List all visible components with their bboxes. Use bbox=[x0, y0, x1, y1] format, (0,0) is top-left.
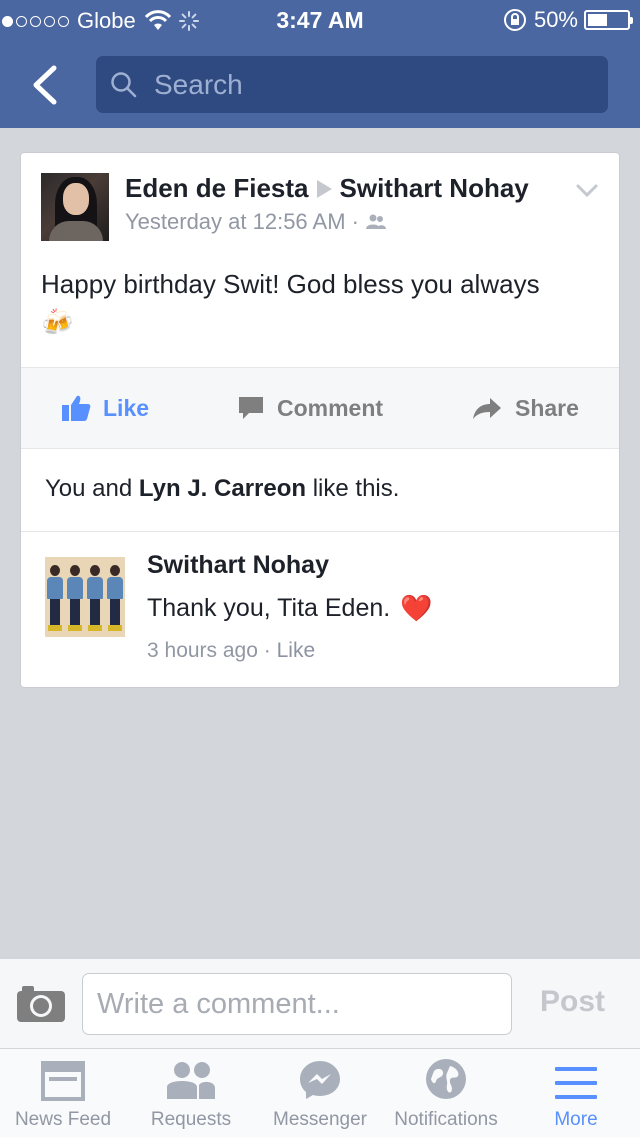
post-button[interactable]: Post bbox=[540, 985, 605, 1019]
post-actions-bar: Like Comment Share bbox=[21, 367, 619, 449]
requests-icon bbox=[167, 1062, 215, 1099]
back-arrow-icon[interactable] bbox=[26, 60, 66, 110]
post-body: Happy birthday Swit! God bless you alway… bbox=[41, 269, 540, 299]
tab-messenger[interactable]: Messenger bbox=[266, 1049, 374, 1137]
post-target[interactable]: Swithart Nohay bbox=[340, 173, 529, 204]
heart-emoji: ❤️ bbox=[400, 593, 433, 623]
likes-summary[interactable]: You and Lyn J. Carreon like this. bbox=[45, 475, 399, 503]
divider bbox=[21, 531, 619, 532]
share-button[interactable]: Share bbox=[471, 368, 579, 448]
avatar[interactable] bbox=[45, 557, 125, 637]
news-feed-icon bbox=[41, 1061, 85, 1101]
share-arrow-icon bbox=[473, 398, 501, 419]
status-right: 50% bbox=[502, 7, 633, 33]
tab-more[interactable]: More bbox=[530, 1049, 622, 1137]
post-message: Happy birthday Swit! God bless you alway… bbox=[41, 265, 601, 341]
battery-icon bbox=[584, 10, 633, 30]
tab-news-feed[interactable]: News Feed bbox=[0, 1049, 126, 1137]
chevron-down-icon[interactable] bbox=[575, 183, 599, 199]
post-timestamp[interactable]: Yesterday at 12:56 AM bbox=[125, 209, 346, 235]
post-header: Eden de Fiesta Swithart Nohay bbox=[125, 173, 529, 204]
tab-bar: News Feed Requests Messenger Notificatio… bbox=[0, 1048, 640, 1137]
friends-privacy-icon bbox=[365, 214, 386, 229]
tab-requests[interactable]: Requests bbox=[136, 1049, 246, 1137]
beer-emoji: 🍻 bbox=[41, 307, 74, 337]
meta-separator: · bbox=[351, 209, 359, 234]
comment-input[interactable] bbox=[83, 974, 511, 1034]
comment-bubble-icon bbox=[239, 397, 263, 419]
camera-icon[interactable] bbox=[16, 983, 66, 1023]
search-input[interactable] bbox=[152, 64, 586, 106]
tab-notifications[interactable]: Notifications bbox=[384, 1049, 508, 1137]
status-bar: Globe 3:47 AM 50% bbox=[0, 0, 640, 40]
comment-time[interactable]: 3 hours ago bbox=[147, 639, 258, 662]
search-bar[interactable] bbox=[96, 56, 608, 113]
post-author[interactable]: Eden de Fiesta bbox=[125, 173, 309, 204]
menu-icon bbox=[555, 1067, 597, 1099]
post-card: Eden de Fiesta Swithart Nohay Yesterday … bbox=[20, 152, 620, 688]
comment-button[interactable]: Comment bbox=[237, 368, 383, 448]
comment-composer: Post bbox=[0, 958, 640, 1049]
comment-text: Thank you, Tita Eden. ❤️ bbox=[147, 593, 433, 623]
comment-meta: 3 hours ago · Like bbox=[147, 639, 316, 662]
messenger-icon bbox=[300, 1061, 340, 1099]
comment-like-link[interactable]: Like bbox=[277, 639, 316, 662]
post-meta: Yesterday at 12:56 AM · bbox=[125, 209, 387, 235]
arrow-right-icon bbox=[316, 179, 332, 198]
thumbs-up-icon bbox=[62, 395, 91, 421]
like-button[interactable]: Like bbox=[61, 368, 149, 448]
battery-percent: 50% bbox=[533, 7, 578, 32]
comment-field[interactable] bbox=[82, 973, 512, 1035]
rotation-lock-icon bbox=[503, 9, 526, 31]
liker-name[interactable]: Lyn J. Carreon bbox=[139, 475, 306, 502]
comment-author[interactable]: Swithart Nohay bbox=[147, 551, 329, 580]
top-bar: Globe 3:47 AM 50% bbox=[0, 0, 640, 128]
avatar[interactable] bbox=[41, 173, 109, 241]
search-icon bbox=[111, 72, 137, 98]
globe-icon bbox=[426, 1059, 466, 1099]
